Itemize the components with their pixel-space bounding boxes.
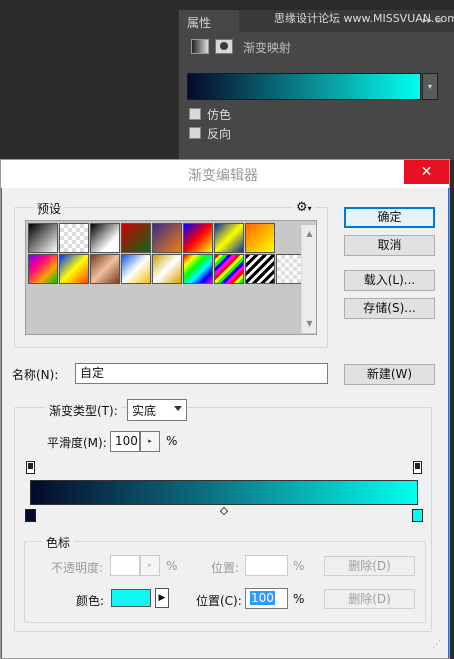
presets-label: 预设 — [33, 200, 66, 217]
layer-mask-icon[interactable] — [215, 39, 233, 54]
preset-swatch[interactable] — [28, 254, 58, 284]
preset-swatch[interactable] — [152, 254, 182, 284]
presets-grid — [25, 220, 317, 335]
smoothness-stepper-icon[interactable]: ▸ — [140, 431, 160, 452]
preset-swatch[interactable] — [59, 254, 89, 284]
preset-swatch[interactable] — [28, 223, 58, 253]
preset-swatch[interactable] — [90, 254, 120, 284]
resize-grip-icon[interactable]: ⋰ — [432, 640, 444, 652]
stops-group-label: 色标 — [42, 534, 75, 551]
load-button[interactable]: 载入(L)... — [344, 270, 435, 291]
ok-button[interactable]: 确定 — [344, 207, 435, 228]
close-icon[interactable]: ✕ — [404, 160, 449, 184]
color-swatch[interactable] — [111, 589, 151, 607]
panel-tabbar: 属性 思缘设计论坛 www.MISSVUAN.com ▸▸ ≡ — [179, 10, 454, 32]
opacity-location-percent: % — [293, 559, 305, 573]
gradient-map-icon — [191, 39, 209, 54]
gradient-type-select[interactable]: 实底 — [127, 399, 187, 421]
preset-swatch[interactable] — [214, 223, 244, 253]
color-stop-right-icon[interactable] — [412, 509, 423, 522]
name-label: 名称(N): — [12, 368, 59, 382]
preset-swatch[interactable] — [121, 223, 151, 253]
preset-swatch[interactable] — [214, 254, 244, 284]
preset-swatch[interactable] — [59, 223, 89, 253]
stops-group — [24, 541, 426, 623]
preset-swatch[interactable] — [245, 254, 275, 284]
color-stop-left-icon[interactable] — [25, 509, 36, 522]
opacity-label: 不透明度: — [51, 561, 104, 575]
opacity-input[interactable] — [110, 555, 140, 576]
dialog-title: 渐变编辑器 — [1, 160, 449, 188]
opacity-location-input[interactable] — [245, 555, 288, 576]
tab-properties[interactable]: 属性 — [179, 10, 239, 32]
smoothness-percent: % — [166, 434, 178, 448]
preset-swatch[interactable] — [183, 254, 213, 284]
opacity-percent: % — [166, 559, 178, 573]
reverse-label: 反向 — [207, 127, 232, 141]
gradient-type-label: 渐变类型(T): — [45, 402, 122, 419]
color-location-label: 位置(C): — [196, 594, 242, 608]
name-input[interactable]: 自定 — [75, 363, 328, 384]
new-button[interactable]: 新建(W) — [344, 364, 435, 385]
smoothness-input[interactable]: 100 — [110, 431, 140, 452]
scroll-down-icon[interactable]: ▼ — [302, 317, 317, 331]
reverse-checkbox[interactable] — [189, 127, 201, 139]
presets-scrollbar[interactable]: ▲ ▼ — [301, 225, 316, 333]
gradient-bar[interactable] — [30, 480, 418, 505]
opacity-location-label: 位置: — [211, 561, 240, 575]
gradient-dropdown-icon[interactable]: ▾ — [422, 73, 438, 100]
delete-opacity-stop-button[interactable]: 删除(D) — [324, 556, 415, 576]
smoothness-label: 平滑度(M): — [47, 436, 107, 450]
gear-icon[interactable]: ⚙▾ — [293, 200, 315, 215]
color-location-percent: % — [293, 592, 305, 606]
gradient-type-value: 实底 — [132, 404, 157, 418]
preset-swatch[interactable] — [90, 223, 120, 253]
preset-swatch[interactable] — [183, 223, 213, 253]
scroll-up-icon[interactable]: ▲ — [302, 227, 317, 241]
preset-swatch[interactable] — [245, 223, 275, 253]
color-location-value: 100 — [250, 591, 275, 605]
delete-color-stop-button[interactable]: 删除(D) — [324, 589, 415, 609]
opacity-stop-right-icon[interactable] — [413, 461, 422, 474]
opacity-stop-left-icon[interactable] — [26, 461, 35, 474]
cancel-button[interactable]: 取消 — [344, 235, 435, 256]
chevron-down-icon — [174, 406, 182, 411]
adjustment-label: 渐变映射 — [243, 41, 292, 55]
opacity-stepper-icon[interactable]: ▸ — [140, 555, 160, 576]
save-button[interactable]: 存储(S)... — [344, 298, 435, 319]
gradient-preview[interactable] — [187, 73, 421, 100]
dither-label: 仿色 — [207, 108, 232, 122]
preset-swatch[interactable] — [121, 254, 151, 284]
color-location-input[interactable]: 100 — [245, 588, 288, 609]
color-menu-arrow-icon[interactable]: ▶ — [155, 588, 169, 608]
dither-checkbox[interactable] — [189, 108, 201, 120]
color-label: 颜色: — [76, 594, 105, 608]
panel-menu-icon[interactable]: ▸▸ ≡ — [423, 16, 445, 28]
properties-panel: 属性 思缘设计论坛 www.MISSVUAN.com ▸▸ ≡ 渐变映射 ▾ 仿… — [178, 10, 454, 160]
preset-swatch[interactable] — [152, 223, 182, 253]
